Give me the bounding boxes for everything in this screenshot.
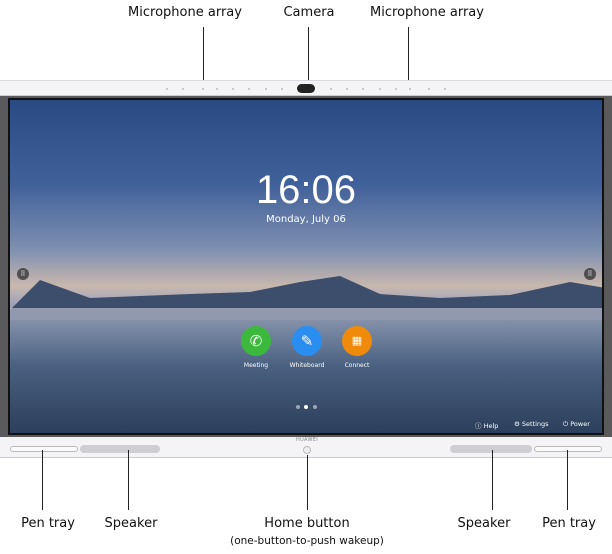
pen-tray-right — [534, 446, 602, 452]
callout-speaker-left: Speaker — [104, 516, 158, 531]
leader-line — [492, 450, 493, 510]
bottom-bezel: HUAWEI — [0, 437, 612, 458]
phone-icon: ✆ — [241, 326, 271, 356]
callout-mic-array-left: Microphone array — [128, 5, 242, 20]
callout-speaker-right: Speaker — [457, 516, 511, 531]
callout-pen-tray-left: Pen tray — [21, 516, 75, 531]
date: Monday, July 06 — [266, 214, 346, 225]
leader-line — [203, 27, 204, 88]
help-label: Help — [483, 422, 499, 430]
leader-line — [308, 27, 309, 85]
camera — [297, 84, 315, 93]
page-dot[interactable] — [296, 405, 300, 409]
power-label: Power — [570, 420, 590, 428]
power-button[interactable]: ⏻ Power — [563, 420, 590, 429]
leader-line — [128, 450, 129, 510]
settings-button[interactable]: ⚙ Settings — [514, 420, 549, 428]
power-icon: ⏻ — [563, 420, 569, 428]
page-dot[interactable] — [313, 405, 317, 409]
speaker-right — [450, 445, 532, 453]
callout-mic-array-right: Microphone array — [370, 5, 484, 20]
leader-line — [567, 450, 568, 510]
leader-line — [42, 450, 43, 510]
clock: 16:06 — [255, 168, 357, 212]
pen-tray-left — [10, 446, 78, 452]
gear-icon: ⚙ — [514, 420, 520, 428]
display-frame: 16:06 Monday, July 06 ⠿ ⠿ ✆ Meeting ✎ Whit… — [0, 96, 612, 437]
callout-home-button-note: (one-button-to-push wakeup) — [230, 535, 384, 547]
speaker-left — [80, 445, 160, 453]
page-dot-active[interactable] — [304, 405, 308, 409]
callout-camera: Camera — [283, 5, 335, 20]
help-button[interactable]: ⓘ Help — [475, 420, 498, 430]
settings-label: Settings — [521, 420, 549, 428]
help-icon: ⓘ — [475, 422, 482, 430]
screen: 16:06 Monday, July 06 ⠿ ⠿ ✆ Meeting ✎ Whit… — [8, 98, 604, 435]
pen-icon: ✎ — [292, 326, 322, 356]
apps-grid-icon[interactable]: ⠿ — [17, 268, 29, 280]
screen-share-icon: ▦ — [342, 326, 372, 356]
apps-grid-icon[interactable]: ⠿ — [584, 268, 596, 280]
brand-logo: HUAWEI — [296, 437, 318, 443]
app-label: Connect — [344, 362, 370, 369]
top-bezel — [0, 80, 612, 96]
home-button[interactable] — [303, 446, 311, 454]
mountains — [10, 276, 602, 320]
callout-pen-tray-right: Pen tray — [542, 516, 596, 531]
app-connect[interactable]: ▦ Connect — [327, 326, 387, 369]
leader-line — [408, 27, 409, 88]
callout-home-button: Home button — [264, 516, 350, 531]
leader-line — [307, 455, 308, 510]
